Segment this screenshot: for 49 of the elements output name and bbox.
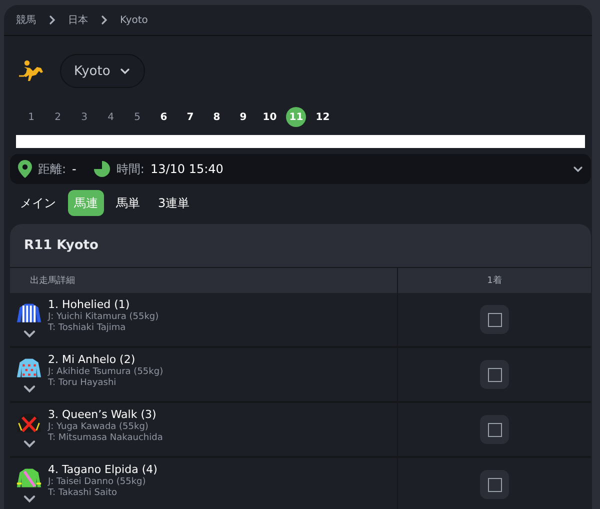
trainer-text: T: Takashi Saito: [48, 488, 118, 498]
clock-icon: [94, 161, 110, 177]
trainer-text: T: Toshiaki Tajima: [48, 323, 127, 333]
first-place-checkbox[interactable]: [488, 312, 502, 326]
breadcrumb-link[interactable]: Kyoto: [120, 14, 148, 26]
bet-type-tab[interactable]: 馬単: [110, 190, 146, 216]
jockey-text: J: Yuga Kawada (55kg): [48, 422, 150, 432]
horse-name: 2. Mi Anhelo (2): [48, 353, 136, 366]
race-info-bar[interactable]: 距離: - 時間: 13/10 15:40: [10, 154, 591, 184]
trainer-text: T: Toru Hayashi: [48, 378, 118, 388]
chevron-right-icon: [99, 15, 109, 25]
jockey-text: J: Akihide Tsumura (55kg): [48, 367, 164, 377]
horse-racing-icon: [18, 59, 44, 83]
race-number[interactable]: 8: [204, 107, 230, 127]
column-header: 1着: [397, 268, 591, 293]
location-pin-icon: [18, 160, 32, 178]
horse-name: 3. Queen’s Walk (3): [48, 408, 158, 421]
distance-label: 距離:: [38, 160, 66, 178]
horse-name: 1. Hohelied (1): [48, 298, 131, 311]
race-number[interactable]: 3: [71, 107, 98, 127]
bet-type-tab[interactable]: メイン: [14, 190, 62, 216]
venue-dropdown[interactable]: Kyoto: [60, 54, 146, 88]
horse-name: 4. Tagano Elpida (4): [48, 463, 158, 476]
first-place-checkbox[interactable]: [488, 368, 502, 382]
race-number[interactable]: 9: [230, 107, 256, 127]
race-number[interactable]: 6: [150, 107, 177, 127]
race-title: R11 Kyoto: [10, 224, 591, 268]
time-value: 13/10 15:40: [150, 162, 224, 176]
breadcrumb-link[interactable]: 日本: [68, 13, 88, 27]
chevron-right-icon: [47, 15, 57, 25]
column-header: 出走馬詳細: [29, 274, 76, 288]
race-number[interactable]: 1: [18, 107, 44, 127]
race-number[interactable]: 2: [44, 107, 71, 127]
race-number[interactable]: 12: [310, 107, 336, 127]
time-label: 時間:: [116, 160, 144, 178]
dropdown-chevron-icon: [120, 66, 130, 76]
expand-chevron-icon[interactable]: [573, 164, 583, 174]
bet-type-tab[interactable]: 3連単: [152, 190, 196, 216]
distance-value: -: [72, 162, 76, 176]
first-place-checkbox[interactable]: [488, 422, 502, 436]
jockey-text: J: Yuichi Kitamura (55kg): [48, 312, 159, 322]
jockey-text: J: Taisei Danno (55kg): [48, 477, 147, 487]
trainer-text: T: Mitsumasa Nakauchida: [48, 433, 163, 443]
race-number[interactable]: 5: [124, 107, 150, 127]
race-number[interactable]: 10: [256, 107, 283, 127]
breadcrumb-link[interactable]: 競馬: [16, 13, 36, 27]
race-number[interactable]: 4: [98, 107, 124, 127]
race-number[interactable]: 7: [177, 107, 204, 127]
first-place-checkbox[interactable]: [488, 478, 502, 492]
